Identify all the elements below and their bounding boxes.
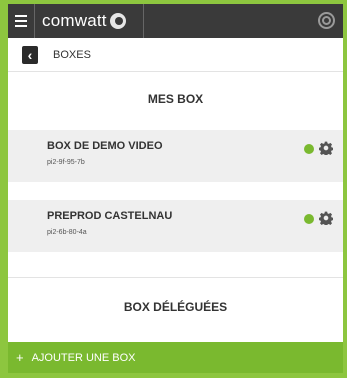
section-divider <box>8 277 343 278</box>
app-window: comwatt ‹ BOXES MES BOX BOX DE DEMO VIDE… <box>8 4 343 373</box>
mes-box-title: MES BOX <box>147 92 204 106</box>
status-dot-icon <box>304 144 314 154</box>
add-box-button[interactable]: + AJOUTER UNE BOX <box>8 342 343 373</box>
box-deleguees-title: BOX DÉLÉGUÉES <box>123 300 228 314</box>
box-list-item[interactable]: PREPROD CASTELNAU pi2-6b-80-4a <box>8 200 343 252</box>
breadcrumb: ‹ BOXES <box>8 38 343 72</box>
box-id: pi2-9f-95-7b <box>47 159 85 166</box>
gear-icon[interactable] <box>319 141 333 155</box>
frame-bottom-border <box>0 373 347 378</box>
hamburger-menu-icon[interactable] <box>8 4 34 38</box>
logo[interactable]: comwatt <box>34 4 144 38</box>
box-list-item[interactable]: BOX DE DEMO VIDEO pi2-9f-95-7b <box>8 130 343 182</box>
logo-icon <box>109 13 126 29</box>
status-dot-icon <box>304 214 314 224</box>
breadcrumb-label: BOXES <box>53 48 91 61</box>
frame-right-border <box>343 0 347 378</box>
logo-text: comwatt <box>42 11 107 30</box>
chevron-left-icon[interactable]: ‹ <box>22 45 38 64</box>
top-bar: comwatt <box>8 4 343 38</box>
help-icon[interactable] <box>318 12 335 29</box>
box-name: PREPROD CASTELNAU <box>47 210 173 222</box>
gear-icon[interactable] <box>319 211 333 225</box>
box-id: pi2-6b-80-4a <box>47 229 87 236</box>
frame-left-border <box>0 0 8 378</box>
add-box-label: AJOUTER UNE BOX <box>31 351 136 364</box>
plus-icon: + <box>16 350 24 365</box>
box-name: BOX DE DEMO VIDEO <box>47 140 163 152</box>
